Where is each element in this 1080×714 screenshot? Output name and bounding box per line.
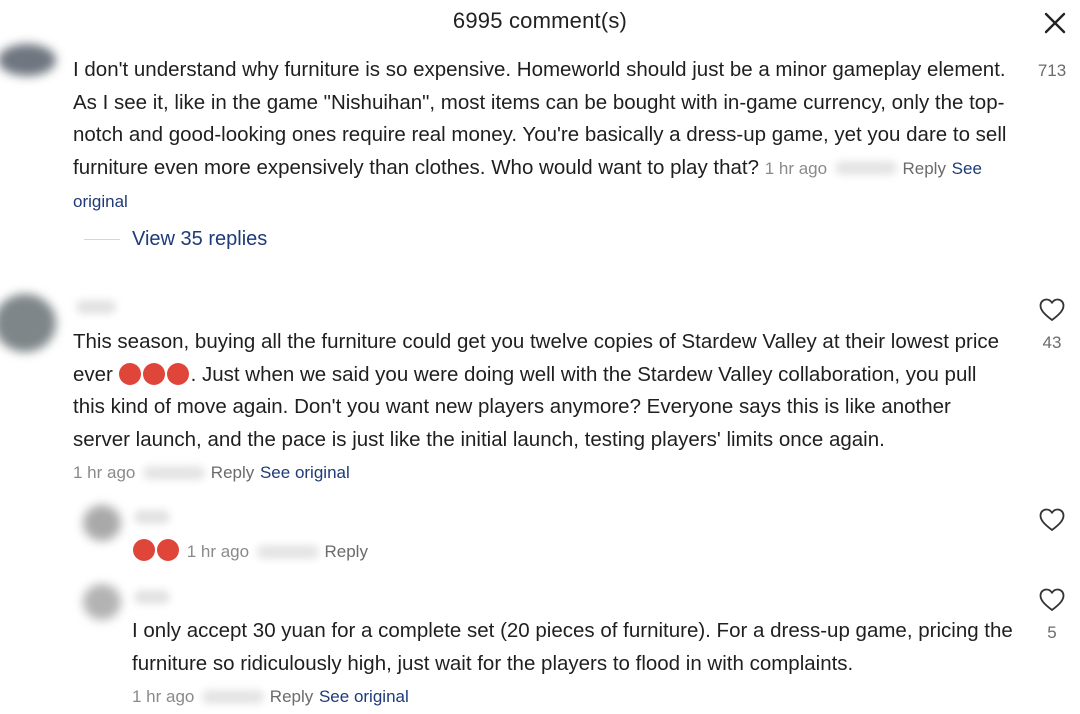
heart-icon[interactable] bbox=[1039, 588, 1065, 612]
blurred-location bbox=[202, 689, 265, 704]
angry-emoji-icon bbox=[157, 539, 179, 561]
reply-meta: 1 hr ago Reply See original bbox=[132, 680, 732, 714]
reply-button[interactable]: Reply bbox=[270, 687, 313, 706]
see-original-link[interactable]: See original bbox=[260, 463, 350, 482]
angry-emoji-icon bbox=[142, 362, 165, 385]
blurred-username bbox=[76, 300, 116, 314]
view-replies-label: View 35 replies bbox=[132, 228, 268, 250]
comment-text: This season, buying all the furniture co… bbox=[73, 326, 1013, 456]
reply-time: 1 hr ago bbox=[132, 687, 195, 706]
reply-button[interactable]: Reply bbox=[325, 542, 368, 561]
like-count: 713 bbox=[1037, 61, 1067, 80]
comment-text: I don't understand why furniture is so e… bbox=[73, 54, 1013, 219]
angry-devil-emoji-group bbox=[133, 539, 181, 562]
divider bbox=[84, 239, 120, 240]
like-count: 43 bbox=[1042, 333, 1062, 352]
heart-icon[interactable] bbox=[1039, 508, 1065, 532]
comment-meta: 1 hr ago Reply See original bbox=[73, 456, 673, 490]
comment-body-end: . Just when we said you were doing well … bbox=[73, 362, 977, 451]
see-original-link[interactable]: See original bbox=[319, 687, 409, 706]
angry-emoji-icon bbox=[133, 539, 155, 561]
view-replies-button[interactable]: View 35 replies bbox=[84, 228, 267, 251]
avatar[interactable] bbox=[0, 294, 56, 352]
blurred-location bbox=[143, 465, 206, 480]
angry-emoji-icon bbox=[166, 362, 189, 385]
reply-meta: 1 hr ago Reply bbox=[133, 535, 733, 569]
heart-icon[interactable] bbox=[1039, 298, 1065, 322]
reply-button[interactable]: Reply bbox=[903, 159, 946, 178]
comments-count-title: 6995 comment(s) bbox=[452, 8, 628, 33]
avatar[interactable] bbox=[83, 584, 121, 620]
like-count: 5 bbox=[1047, 623, 1057, 642]
reply-button[interactable]: Reply bbox=[211, 463, 254, 482]
reply-text: I only accept 30 yuan for a complete set… bbox=[132, 619, 1013, 675]
angry-emoji-icon bbox=[118, 362, 141, 385]
reply-time: 1 hr ago bbox=[186, 542, 250, 561]
blurred-location bbox=[256, 544, 319, 559]
comment-time: 1 hr ago bbox=[764, 158, 828, 178]
blurred-username bbox=[134, 510, 170, 524]
comment-time: 1 hr ago bbox=[73, 463, 136, 482]
blurred-username bbox=[134, 590, 170, 604]
close-icon[interactable] bbox=[1042, 10, 1068, 36]
angry-devil-emoji-group bbox=[118, 362, 191, 386]
avatar[interactable] bbox=[83, 505, 121, 541]
avatar[interactable] bbox=[0, 44, 56, 76]
blurred-location bbox=[834, 161, 897, 176]
